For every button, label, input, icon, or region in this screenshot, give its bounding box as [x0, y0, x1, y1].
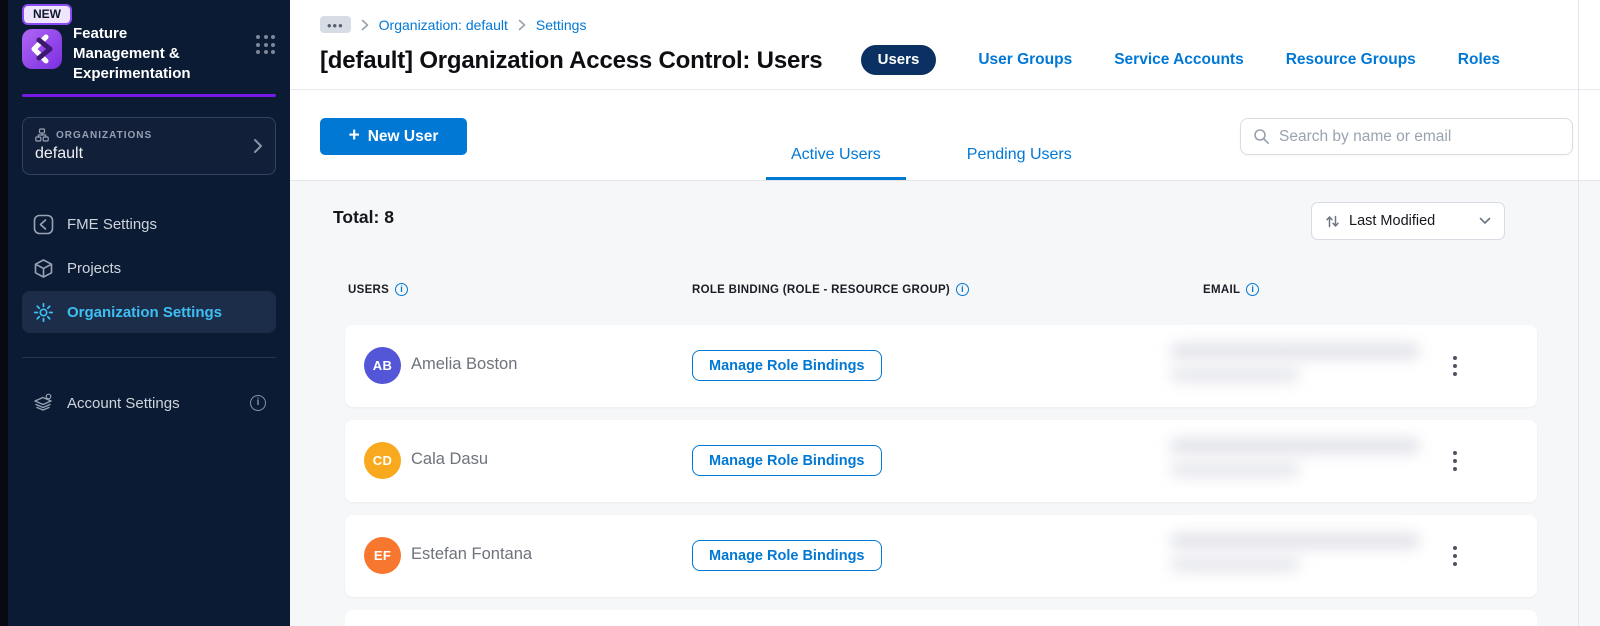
chevron-right-icon: [518, 19, 526, 30]
page-title: [default] Organization Access Control: U…: [320, 47, 823, 74]
tab-resource-groups[interactable]: Resource Groups: [1286, 51, 1416, 69]
avatar: CD: [364, 442, 401, 479]
sort-arrows-icon: [1326, 215, 1339, 227]
sidebar-item-projects[interactable]: Projects: [22, 247, 276, 289]
brand-accent-line: [22, 94, 276, 97]
table-header-row: USERS i ROLE BINDING (ROLE - RESOURCE GR…: [290, 283, 1600, 299]
manage-role-bindings-button[interactable]: Manage Role Bindings: [692, 350, 882, 381]
product-title-line: Management &: [73, 45, 180, 62]
user-name: Cala Dasu: [411, 450, 489, 468]
tab-user-groups[interactable]: User Groups: [978, 51, 1072, 69]
sidebar-item-label: Projects: [67, 259, 122, 277]
tab-service-accounts[interactable]: Service Accounts: [1114, 51, 1244, 69]
breadcrumb: ••• Organization: default Settings: [320, 16, 586, 33]
manage-role-bindings-button[interactable]: Manage Role Bindings: [692, 540, 882, 571]
tab-users[interactable]: Users: [860, 45, 937, 75]
screen-edge-strip: [0, 0, 8, 626]
user-name: Amelia Boston: [411, 355, 518, 373]
sort-dropdown[interactable]: Last Modified: [1311, 202, 1505, 240]
users-list-section: Total: 8 Last Modified USERS i ROLE BIND…: [290, 181, 1600, 626]
avatar: AB: [364, 347, 401, 384]
chevron-right-icon: [361, 19, 368, 30]
organizations-label: ORGANIZATIONS: [56, 129, 153, 141]
plus-icon: +: [348, 124, 360, 146]
new-user-button-label: New User: [367, 127, 439, 145]
table-row: AB Amelia Boston Manage Role Bindings: [345, 325, 1537, 407]
users-table: AB Amelia Boston Manage Role Bindings CD…: [345, 325, 1537, 626]
chevron-right-icon: [254, 139, 262, 153]
manage-role-bindings-button[interactable]: Manage Role Bindings: [692, 445, 882, 476]
breadcrumb-link-settings[interactable]: Settings: [536, 17, 587, 33]
table-row: EF Estefan Fontana Manage Role Bindings: [345, 515, 1537, 597]
sidebar-header: NEW Feature Management & Experimentation: [8, 0, 290, 97]
account-settings-info-icon[interactable]: i: [250, 395, 266, 411]
search-icon: [1254, 129, 1269, 144]
fme-logo-icon: [31, 34, 53, 64]
column-header-label: USERS: [348, 283, 390, 296]
product-title-line: Feature: [73, 25, 128, 42]
table-row: CD Cala Dasu Manage Role Bindings: [345, 420, 1537, 502]
access-control-tabs: Users User Groups Service Accounts Resou…: [860, 45, 1500, 75]
info-icon[interactable]: i: [395, 283, 409, 296]
table-row-partial: [345, 610, 1537, 626]
email-redacted: [1160, 434, 1430, 488]
search-input[interactable]: [1279, 127, 1560, 146]
info-icon[interactable]: i: [1246, 283, 1260, 296]
sidebar-item-label: Account Settings: [67, 394, 180, 412]
column-header-role-binding: ROLE BINDING (ROLE - RESOURCE GROUP) i: [692, 283, 970, 296]
page-title-wrap: [default] Organization Access Control: U…: [320, 47, 861, 75]
product-brand: Feature Management & Experimentation: [22, 21, 276, 84]
toolbar: + New User Active Users Pending Users: [290, 90, 1600, 181]
search-box: [1240, 118, 1573, 155]
row-menu-kebab-icon[interactable]: [1445, 541, 1465, 571]
app-switcher-grid-icon[interactable]: [256, 35, 276, 55]
user-name: Estefan Fontana: [411, 545, 533, 563]
row-menu-kebab-icon[interactable]: [1445, 351, 1465, 381]
organization-current-value: default: [35, 145, 84, 162]
sidebar-item-label: FME Settings: [67, 215, 158, 233]
sidebar-item-account-settings[interactable]: Account Settings i: [22, 382, 276, 424]
breadcrumb-ellipsis-button[interactable]: •••: [320, 16, 351, 33]
app-window: NEW Feature Management & Experimentation: [0, 0, 1600, 626]
new-badge: NEW: [22, 4, 72, 25]
breadcrumb-link-organization[interactable]: Organization: default: [379, 17, 508, 33]
row-menu-kebab-icon[interactable]: [1445, 446, 1465, 476]
sidebar-nav: FME Settings Projects Organization Setti…: [8, 203, 290, 333]
product-title: Feature Management & Experimentation: [73, 21, 256, 84]
sidebar-item-label: Organization Settings: [67, 303, 223, 321]
page-header: ••• Organization: default Settings [defa…: [290, 0, 1600, 90]
layers-icon: [32, 392, 54, 414]
sort-dropdown-value: Last Modified: [1349, 213, 1436, 229]
organization-selector-label-row: ORGANIZATIONS: [35, 128, 263, 142]
column-header-label: ROLE BINDING (ROLE - RESOURCE GROUP): [692, 283, 951, 296]
cube-icon: [32, 258, 54, 279]
user-view-tabs: Active Users Pending Users: [766, 146, 1097, 180]
tab-pending-users[interactable]: Pending Users: [942, 146, 1097, 180]
tab-active-users[interactable]: Active Users: [766, 146, 906, 180]
info-icon[interactable]: i: [956, 283, 970, 296]
fme-logo: [22, 29, 62, 69]
main-area: ••• Organization: default Settings [defa…: [290, 0, 1600, 626]
sidebar-item-fme-settings[interactable]: FME Settings: [22, 203, 276, 245]
sidebar-divider: [22, 357, 276, 358]
organization-selector[interactable]: ORGANIZATIONS default: [22, 117, 276, 175]
chevron-down-icon: [1479, 217, 1491, 224]
total-count: Total: 8: [333, 207, 394, 227]
column-header-users: USERS i: [348, 283, 409, 296]
sidebar: NEW Feature Management & Experimentation: [8, 0, 290, 626]
product-title-line: Experimentation: [73, 65, 191, 82]
column-header-label: EMAIL: [1203, 283, 1241, 296]
email-redacted: [1160, 339, 1430, 393]
gear-icon: [32, 302, 54, 323]
new-user-button[interactable]: + New User: [320, 118, 467, 155]
org-hierarchy-icon: [35, 128, 49, 142]
fme-settings-icon: [32, 214, 54, 235]
avatar: EF: [364, 537, 401, 574]
email-redacted: [1160, 529, 1430, 583]
sidebar-item-organization-settings[interactable]: Organization Settings: [22, 291, 276, 333]
tab-roles[interactable]: Roles: [1458, 51, 1500, 69]
column-header-email: EMAIL i: [1203, 283, 1260, 296]
